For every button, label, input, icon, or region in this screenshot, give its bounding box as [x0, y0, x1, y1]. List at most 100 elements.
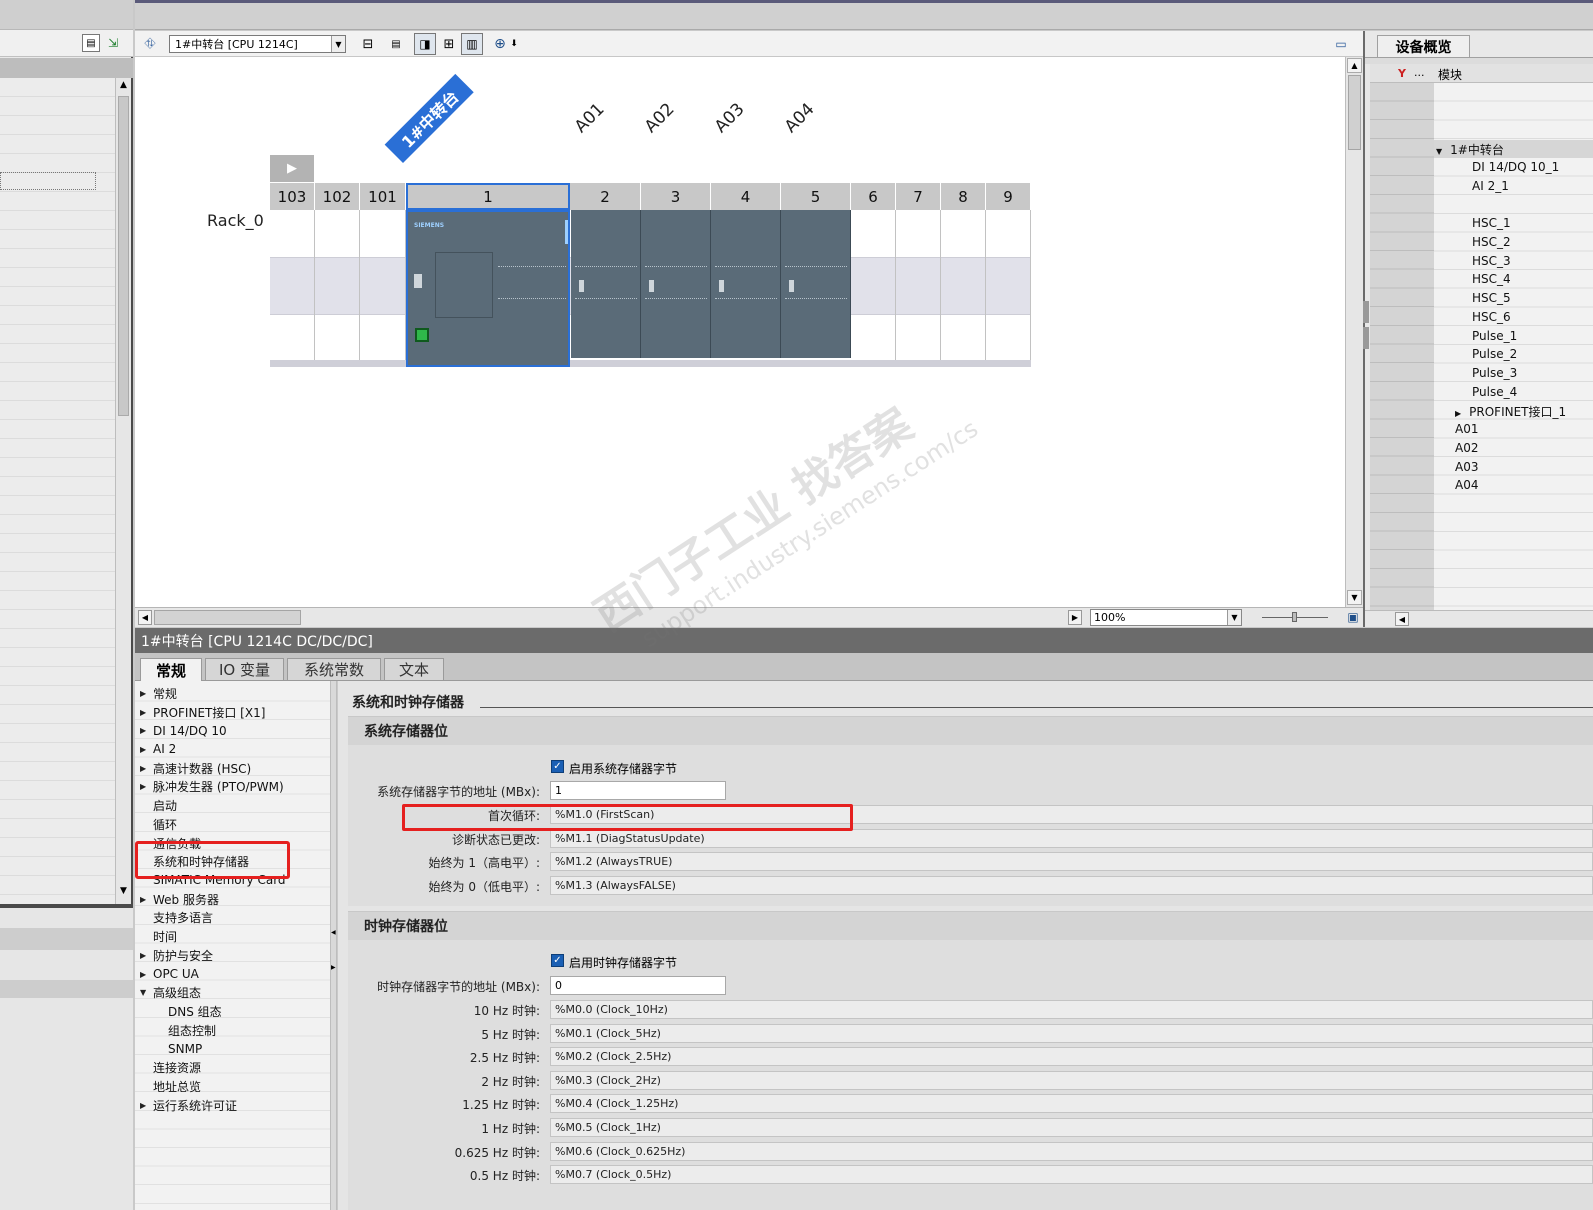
overview-row-hsc4[interactable]: HSC_4: [1472, 272, 1511, 291]
nav-collapse-right[interactable]: ▶: [331, 964, 336, 978]
left-scroll-up[interactable]: ▲: [117, 80, 130, 94]
clk-row-value[interactable]: %M0.3 (Clock_2Hz): [550, 1070, 1593, 1090]
nav-item-20[interactable]: 连接资源: [140, 1058, 201, 1077]
tree-arrow-icon[interactable]: ▶: [140, 745, 153, 754]
overview-collapse-left[interactable]: [1363, 301, 1369, 323]
overview-row-di[interactable]: DI 14/DQ 10_1: [1472, 160, 1559, 179]
overview-row-a02[interactable]: A02: [1455, 441, 1478, 460]
nav-item-22[interactable]: ▶ 运行系统许可证: [140, 1096, 237, 1115]
signal-module-a02[interactable]: [641, 210, 711, 358]
page-break-icon[interactable]: ▥: [461, 33, 483, 55]
tree-arrow-icon[interactable]: ▶: [140, 689, 153, 698]
overview-row-pulse2[interactable]: Pulse_2: [1472, 347, 1517, 366]
slot-body-9[interactable]: [986, 210, 1031, 360]
fit-view-icon[interactable]: ▣: [1345, 609, 1361, 625]
overview-row-a03[interactable]: A03: [1455, 460, 1478, 479]
nav-item-7[interactable]: 循环: [140, 815, 177, 834]
canvas-scroll-down[interactable]: ▼: [1347, 590, 1362, 605]
left-scrollbar[interactable]: ▲ ▼: [115, 78, 131, 904]
canvas-scroll-up[interactable]: ▲: [1347, 58, 1362, 73]
sys-row-value[interactable]: %M1.2 (AlwaysTRUE): [550, 852, 1593, 872]
overview-row-a04[interactable]: A04: [1455, 478, 1478, 497]
zoom-dropdown-icon[interactable]: ⬇: [507, 33, 521, 55]
cpu-module[interactable]: SIEMENS: [406, 210, 570, 367]
chevron-down-icon[interactable]: ▼: [331, 36, 345, 52]
left-tree-selected-row[interactable]: [0, 172, 96, 190]
overview-row-hsc3[interactable]: HSC_3: [1472, 254, 1511, 273]
zoom-slider-handle[interactable]: [1292, 612, 1297, 622]
clk-row-value[interactable]: %M0.1 (Clock_5Hz): [550, 1023, 1593, 1043]
overview-collapse-left-2[interactable]: [1363, 327, 1369, 349]
tree-arrow-icon[interactable]: ▶: [140, 895, 153, 904]
device-navigation-icon[interactable]: ⛗: [139, 33, 161, 55]
nav-item-11[interactable]: ▶ Web 服务器: [140, 890, 219, 909]
overview-hscrollbar[interactable]: ◀: [1365, 610, 1593, 627]
expand-arrow-icon[interactable]: ▼: [1436, 147, 1442, 156]
slot-header-7[interactable]: 7: [896, 183, 941, 210]
sys-row-value[interactable]: %M1.3 (AlwaysFALSE): [550, 876, 1593, 896]
overview-col-module[interactable]: 模块: [1438, 66, 1462, 83]
overview-tab[interactable]: 设备概览: [1377, 35, 1470, 57]
tree-arrow-icon[interactable]: ▼: [140, 988, 153, 997]
device-select[interactable]: 1#中转台 [CPU 1214C] ▼: [169, 35, 346, 53]
network-view-icon[interactable]: ⊟: [357, 33, 379, 55]
system-memory-address-input[interactable]: 1: [550, 781, 726, 800]
panel-toggle-icon[interactable]: ▭: [1330, 33, 1352, 55]
nav-item-16[interactable]: ▼ 高级组态: [140, 984, 201, 1003]
slot-header-9[interactable]: 9: [986, 183, 1031, 210]
clk-row-value[interactable]: %M0.5 (Clock_1Hz): [550, 1118, 1593, 1137]
clock-memory-address-input[interactable]: 0: [550, 976, 726, 995]
left-scroll-down[interactable]: ▼: [117, 886, 130, 900]
filter-icon[interactable]: Y: [1395, 66, 1409, 80]
overview-row-profinet[interactable]: ▶ PROFINET接口_1: [1455, 403, 1566, 422]
slot-header-5[interactable]: 5: [781, 183, 851, 210]
overview-row-hsc5[interactable]: HSC_5: [1472, 291, 1511, 310]
nav-item-6[interactable]: 启动: [140, 796, 177, 815]
nav-item-12[interactable]: 支持多语言: [140, 909, 213, 928]
slot-header-8[interactable]: 8: [941, 183, 986, 210]
overview-row-hsc1[interactable]: HSC_1: [1472, 216, 1511, 235]
tree-arrow-icon[interactable]: ▶: [140, 764, 153, 773]
nav-item-18[interactable]: 组态控制: [168, 1021, 216, 1040]
nav-item-5[interactable]: ▶ 脉冲发生器 (PTO/PWM): [140, 778, 284, 797]
nav-item-3[interactable]: ▶ AI 2: [140, 740, 176, 759]
overview-row-device[interactable]: ▼ 1#中转台: [1436, 141, 1504, 160]
nav-item-15[interactable]: ▶ OPC UA: [140, 965, 199, 984]
sys-row-value[interactable]: %M1.1 (DiagStatusUpdate): [550, 828, 1593, 848]
slot-header-2[interactable]: 2: [570, 183, 641, 210]
clk-row-value[interactable]: %M0.7 (Clock_0.5Hz): [550, 1165, 1593, 1185]
overview-col-ellipsis[interactable]: ...: [1414, 66, 1425, 79]
overview-row-pulse3[interactable]: Pulse_3: [1472, 366, 1517, 385]
clk-row-value[interactable]: %M0.0 (Clock_10Hz): [550, 1000, 1593, 1019]
slot-body-8[interactable]: [941, 210, 986, 360]
nav-item-17[interactable]: DNS 组态: [168, 1002, 222, 1021]
overview-row-hsc6[interactable]: HSC_6: [1472, 310, 1511, 329]
nav-item-19[interactable]: SNMP: [168, 1040, 202, 1059]
canvas-scroll-left[interactable]: ◀: [138, 610, 152, 625]
zoom-chevron-down-icon[interactable]: ▼: [1227, 610, 1241, 625]
device-name-banner[interactable]: 1#中转台: [384, 73, 474, 163]
tab-texts[interactable]: 文本: [384, 658, 444, 680]
expand-rack-button[interactable]: ▶: [270, 155, 314, 182]
overview-row-pulse1[interactable]: Pulse_1: [1472, 329, 1517, 348]
slot-header-1[interactable]: 1: [406, 183, 570, 210]
canvas-hscroll-thumb[interactable]: [154, 610, 301, 625]
slot-header-4[interactable]: 4: [711, 183, 781, 210]
tree-arrow-icon[interactable]: ▶: [140, 782, 153, 791]
nav-item-13[interactable]: 时间: [140, 927, 177, 946]
left-scroll-thumb[interactable]: [118, 96, 129, 416]
clk-row-value[interactable]: %M0.6 (Clock_0.625Hz): [550, 1141, 1593, 1161]
overview-row-hsc2[interactable]: HSC_2: [1472, 235, 1511, 254]
export-icon[interactable]: ⇲: [104, 34, 122, 52]
signal-module-a03[interactable]: [711, 210, 781, 358]
inspector-nav-scrollbar[interactable]: ◀ ▶: [330, 681, 337, 1210]
nav-item-4[interactable]: ▶ 高速计数器 (HSC): [140, 759, 251, 778]
nav-item-2[interactable]: ▶ DI 14/DQ 10: [140, 721, 227, 740]
tab-system-constants[interactable]: 系统常数: [287, 658, 381, 680]
overview-row-pulse4[interactable]: Pulse_4: [1472, 385, 1517, 404]
zoom-slider[interactable]: [1262, 612, 1328, 622]
list-view-icon[interactable]: ▤: [82, 34, 100, 52]
grid-icon[interactable]: ⊞: [438, 33, 460, 55]
clk-row-value[interactable]: %M0.2 (Clock_2.5Hz): [550, 1047, 1593, 1067]
slot-body-103[interactable]: [270, 210, 315, 360]
